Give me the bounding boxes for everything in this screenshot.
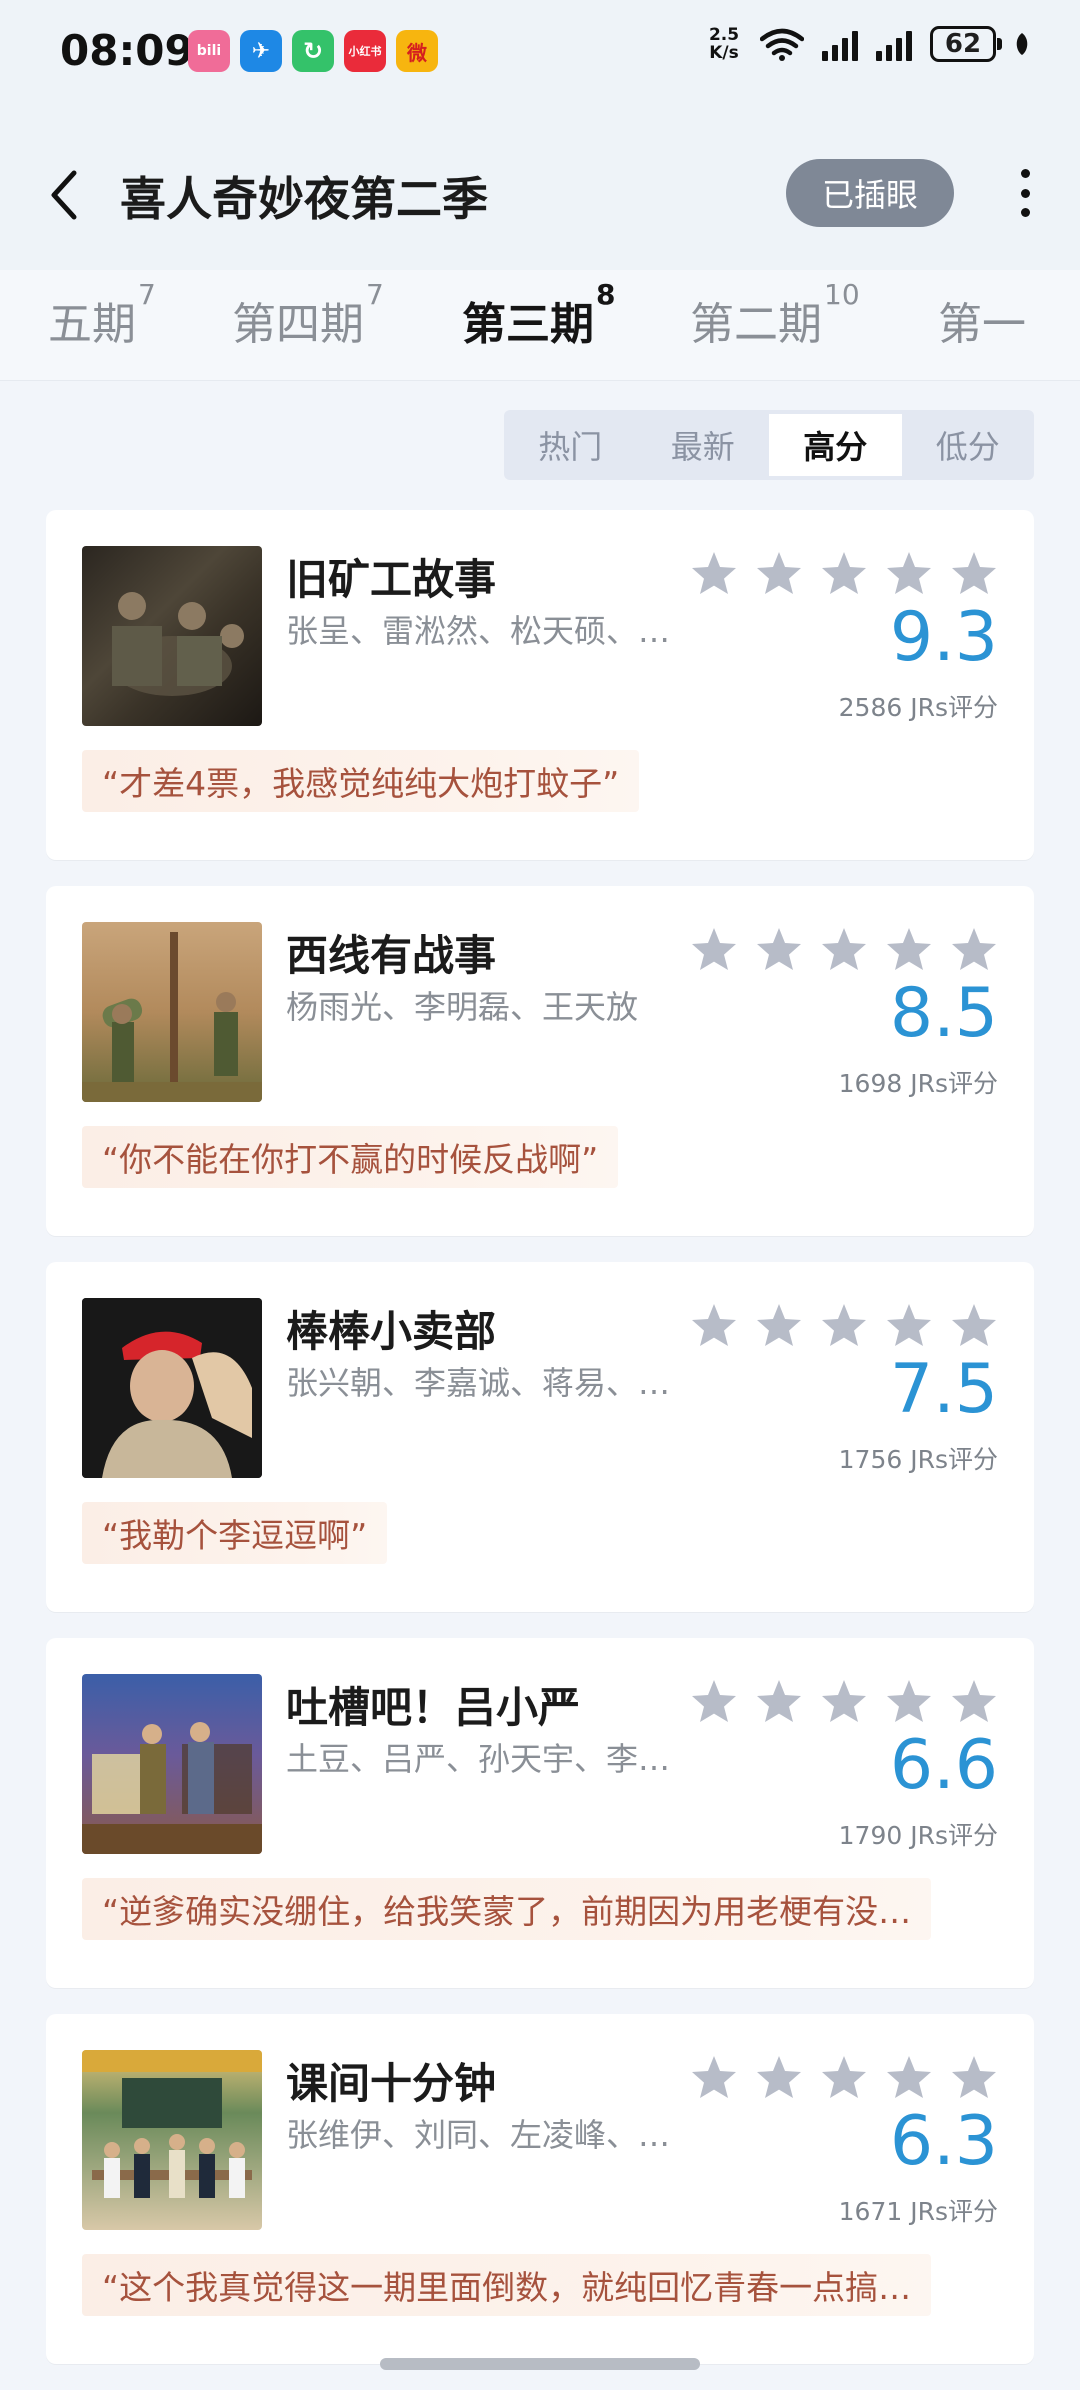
show-score: 6.6 bbox=[889, 1726, 998, 1805]
star-icon[interactable] bbox=[755, 926, 803, 972]
show-title: 吐槽吧！吕小严 bbox=[286, 1683, 581, 1732]
star-icon[interactable] bbox=[690, 550, 738, 596]
notification-app-icons: bili ✈ ↻ 小红书 微 bbox=[188, 30, 438, 72]
show-card[interactable]: 西线有战事 杨雨光、李明磊、王天放 8.5 1698 JRs评分 “你不能在你打… bbox=[46, 886, 1034, 1236]
star-icon[interactable] bbox=[690, 926, 738, 972]
show-cast: 土豆、吕严、孙天宇、李… bbox=[286, 1740, 671, 1778]
top-comment[interactable]: “这个我真觉得这一期里面倒数，就纯回忆青春一点搞… bbox=[82, 2254, 932, 2316]
star-icon[interactable] bbox=[755, 1678, 803, 1724]
star-icon[interactable] bbox=[950, 550, 998, 596]
leaf-icon bbox=[1016, 33, 1028, 55]
weibo-icon: 微 bbox=[396, 30, 438, 72]
status-bar: 08:09 bili ✈ ↻ 小红书 微 2.5 K/s 62 bbox=[0, 0, 1080, 105]
star-icon[interactable] bbox=[820, 2054, 868, 2100]
show-thumbnail bbox=[82, 1298, 262, 1478]
show-score: 7.5 bbox=[889, 1350, 998, 1429]
star-icon[interactable] bbox=[755, 2054, 803, 2100]
page-title: 喜人奇妙夜第二季 bbox=[120, 172, 488, 226]
tab-episode-3[interactable]: 第三期8 bbox=[462, 278, 615, 352]
status-time: 08:09 bbox=[60, 26, 194, 75]
sort-selector: 热门 最新 高分 低分 bbox=[504, 410, 1034, 480]
xiaohongshu-icon: 小红书 bbox=[344, 30, 386, 72]
show-score: 6.3 bbox=[889, 2102, 998, 2181]
rating-count: 2586 JRs评分 bbox=[838, 693, 998, 722]
sort-newest[interactable]: 最新 bbox=[637, 410, 770, 480]
top-comment[interactable]: “才差4票，我感觉纯纯大炮打蚊子” bbox=[82, 750, 640, 812]
rating-stars[interactable] bbox=[690, 2054, 998, 2100]
show-title: 课间十分钟 bbox=[286, 2059, 497, 2108]
star-icon[interactable] bbox=[950, 1302, 998, 1348]
show-thumbnail bbox=[82, 922, 262, 1102]
rating-stars[interactable] bbox=[690, 1678, 998, 1724]
star-icon[interactable] bbox=[885, 2054, 933, 2100]
more-options-icon[interactable] bbox=[1010, 163, 1040, 223]
back-arrow-icon[interactable] bbox=[44, 165, 84, 225]
watched-button[interactable]: 已插眼 bbox=[786, 159, 954, 227]
star-icon[interactable] bbox=[690, 2054, 738, 2100]
show-thumbnail bbox=[82, 1674, 262, 1854]
recycle-icon: ↻ bbox=[292, 30, 334, 72]
star-icon[interactable] bbox=[690, 1678, 738, 1724]
star-icon[interactable] bbox=[755, 1302, 803, 1348]
rating-count: 1671 JRs评分 bbox=[838, 2197, 998, 2226]
bilibili-icon: bili bbox=[188, 30, 230, 72]
sort-high-score[interactable]: 高分 bbox=[769, 414, 902, 476]
show-score: 9.3 bbox=[889, 598, 998, 677]
star-icon[interactable] bbox=[885, 550, 933, 596]
network-speed: 2.5 K/s bbox=[708, 25, 740, 63]
feishu-icon: ✈ bbox=[240, 30, 282, 72]
signal-bars-2-icon bbox=[876, 27, 912, 61]
tab-episode-5[interactable]: 五期7 bbox=[48, 278, 156, 352]
sort-hot[interactable]: 热门 bbox=[504, 410, 637, 480]
star-icon[interactable] bbox=[950, 926, 998, 972]
show-thumbnail bbox=[82, 2050, 262, 2230]
show-cast: 杨雨光、李明磊、王天放 bbox=[286, 988, 639, 1026]
top-comment[interactable]: “逆爹确实没绷住，给我笑蒙了，前期因为用老梗有没… bbox=[82, 1878, 932, 1940]
tab-episode-1[interactable]: 第一 bbox=[938, 288, 1026, 352]
rating-stars[interactable] bbox=[690, 926, 998, 972]
star-icon[interactable] bbox=[820, 550, 868, 596]
show-score: 8.5 bbox=[889, 974, 998, 1053]
signal-bars-icon bbox=[822, 27, 858, 61]
tab-episode-4[interactable]: 第四期7 bbox=[232, 278, 384, 352]
show-title: 西线有战事 bbox=[286, 931, 497, 980]
show-title: 棒棒小卖部 bbox=[286, 1307, 497, 1356]
status-indicators: 2.5 K/s 62 bbox=[706, 26, 1030, 62]
star-icon[interactable] bbox=[820, 926, 868, 972]
app-header: 喜人奇妙夜第二季 已插眼 bbox=[0, 105, 1080, 275]
top-comment[interactable]: “你不能在你打不赢的时候反战啊” bbox=[82, 1126, 619, 1188]
show-card[interactable]: 吐槽吧！吕小严 土豆、吕严、孙天宇、李… 6.6 1790 JRs评分 “逆爹确… bbox=[46, 1638, 1034, 1988]
wifi-icon bbox=[760, 28, 804, 61]
home-indicator[interactable] bbox=[380, 2358, 700, 2370]
show-cast: 张维伊、刘同、左凌峰、… bbox=[286, 2116, 671, 2154]
show-list: 旧矿工故事 张呈、雷淞然、松天硕、… 9.3 2586 JRs评分 “才差4票，… bbox=[46, 510, 1034, 2390]
show-title: 旧矿工故事 bbox=[286, 555, 497, 604]
star-icon[interactable] bbox=[885, 1302, 933, 1348]
show-cast: 张兴朝、李嘉诚、蒋易、… bbox=[286, 1364, 671, 1402]
star-icon[interactable] bbox=[885, 926, 933, 972]
star-icon[interactable] bbox=[950, 2054, 998, 2100]
rating-stars[interactable] bbox=[690, 1302, 998, 1348]
episode-tabs: 五期7 第四期7 第三期8 第二期10 第一 bbox=[0, 270, 1080, 381]
star-icon[interactable] bbox=[820, 1678, 868, 1724]
star-icon[interactable] bbox=[885, 1678, 933, 1724]
rating-count: 1790 JRs评分 bbox=[838, 1821, 998, 1850]
show-thumbnail bbox=[82, 546, 262, 726]
show-card[interactable]: 课间十分钟 张维伊、刘同、左凌峰、… 6.3 1671 JRs评分 “这个我真觉… bbox=[46, 2014, 1034, 2364]
rating-stars[interactable] bbox=[690, 550, 998, 596]
show-card[interactable]: 旧矿工故事 张呈、雷淞然、松天硕、… 9.3 2586 JRs评分 “才差4票，… bbox=[46, 510, 1034, 860]
rating-count: 1698 JRs评分 bbox=[838, 1069, 998, 1098]
show-card[interactable]: 棒棒小卖部 张兴朝、李嘉诚、蒋易、… 7.5 1756 JRs评分 “我勒个李逗… bbox=[46, 1262, 1034, 1612]
rating-count: 1756 JRs评分 bbox=[838, 1445, 998, 1474]
show-cast: 张呈、雷淞然、松天硕、… bbox=[286, 612, 671, 650]
top-comment[interactable]: “我勒个李逗逗啊” bbox=[82, 1502, 388, 1564]
tab-episode-2[interactable]: 第二期10 bbox=[690, 278, 860, 352]
star-icon[interactable] bbox=[690, 1302, 738, 1348]
sort-low-score[interactable]: 低分 bbox=[902, 410, 1035, 480]
star-icon[interactable] bbox=[755, 550, 803, 596]
star-icon[interactable] bbox=[820, 1302, 868, 1348]
star-icon[interactable] bbox=[950, 1678, 998, 1724]
battery-icon: 62 bbox=[930, 26, 1002, 62]
